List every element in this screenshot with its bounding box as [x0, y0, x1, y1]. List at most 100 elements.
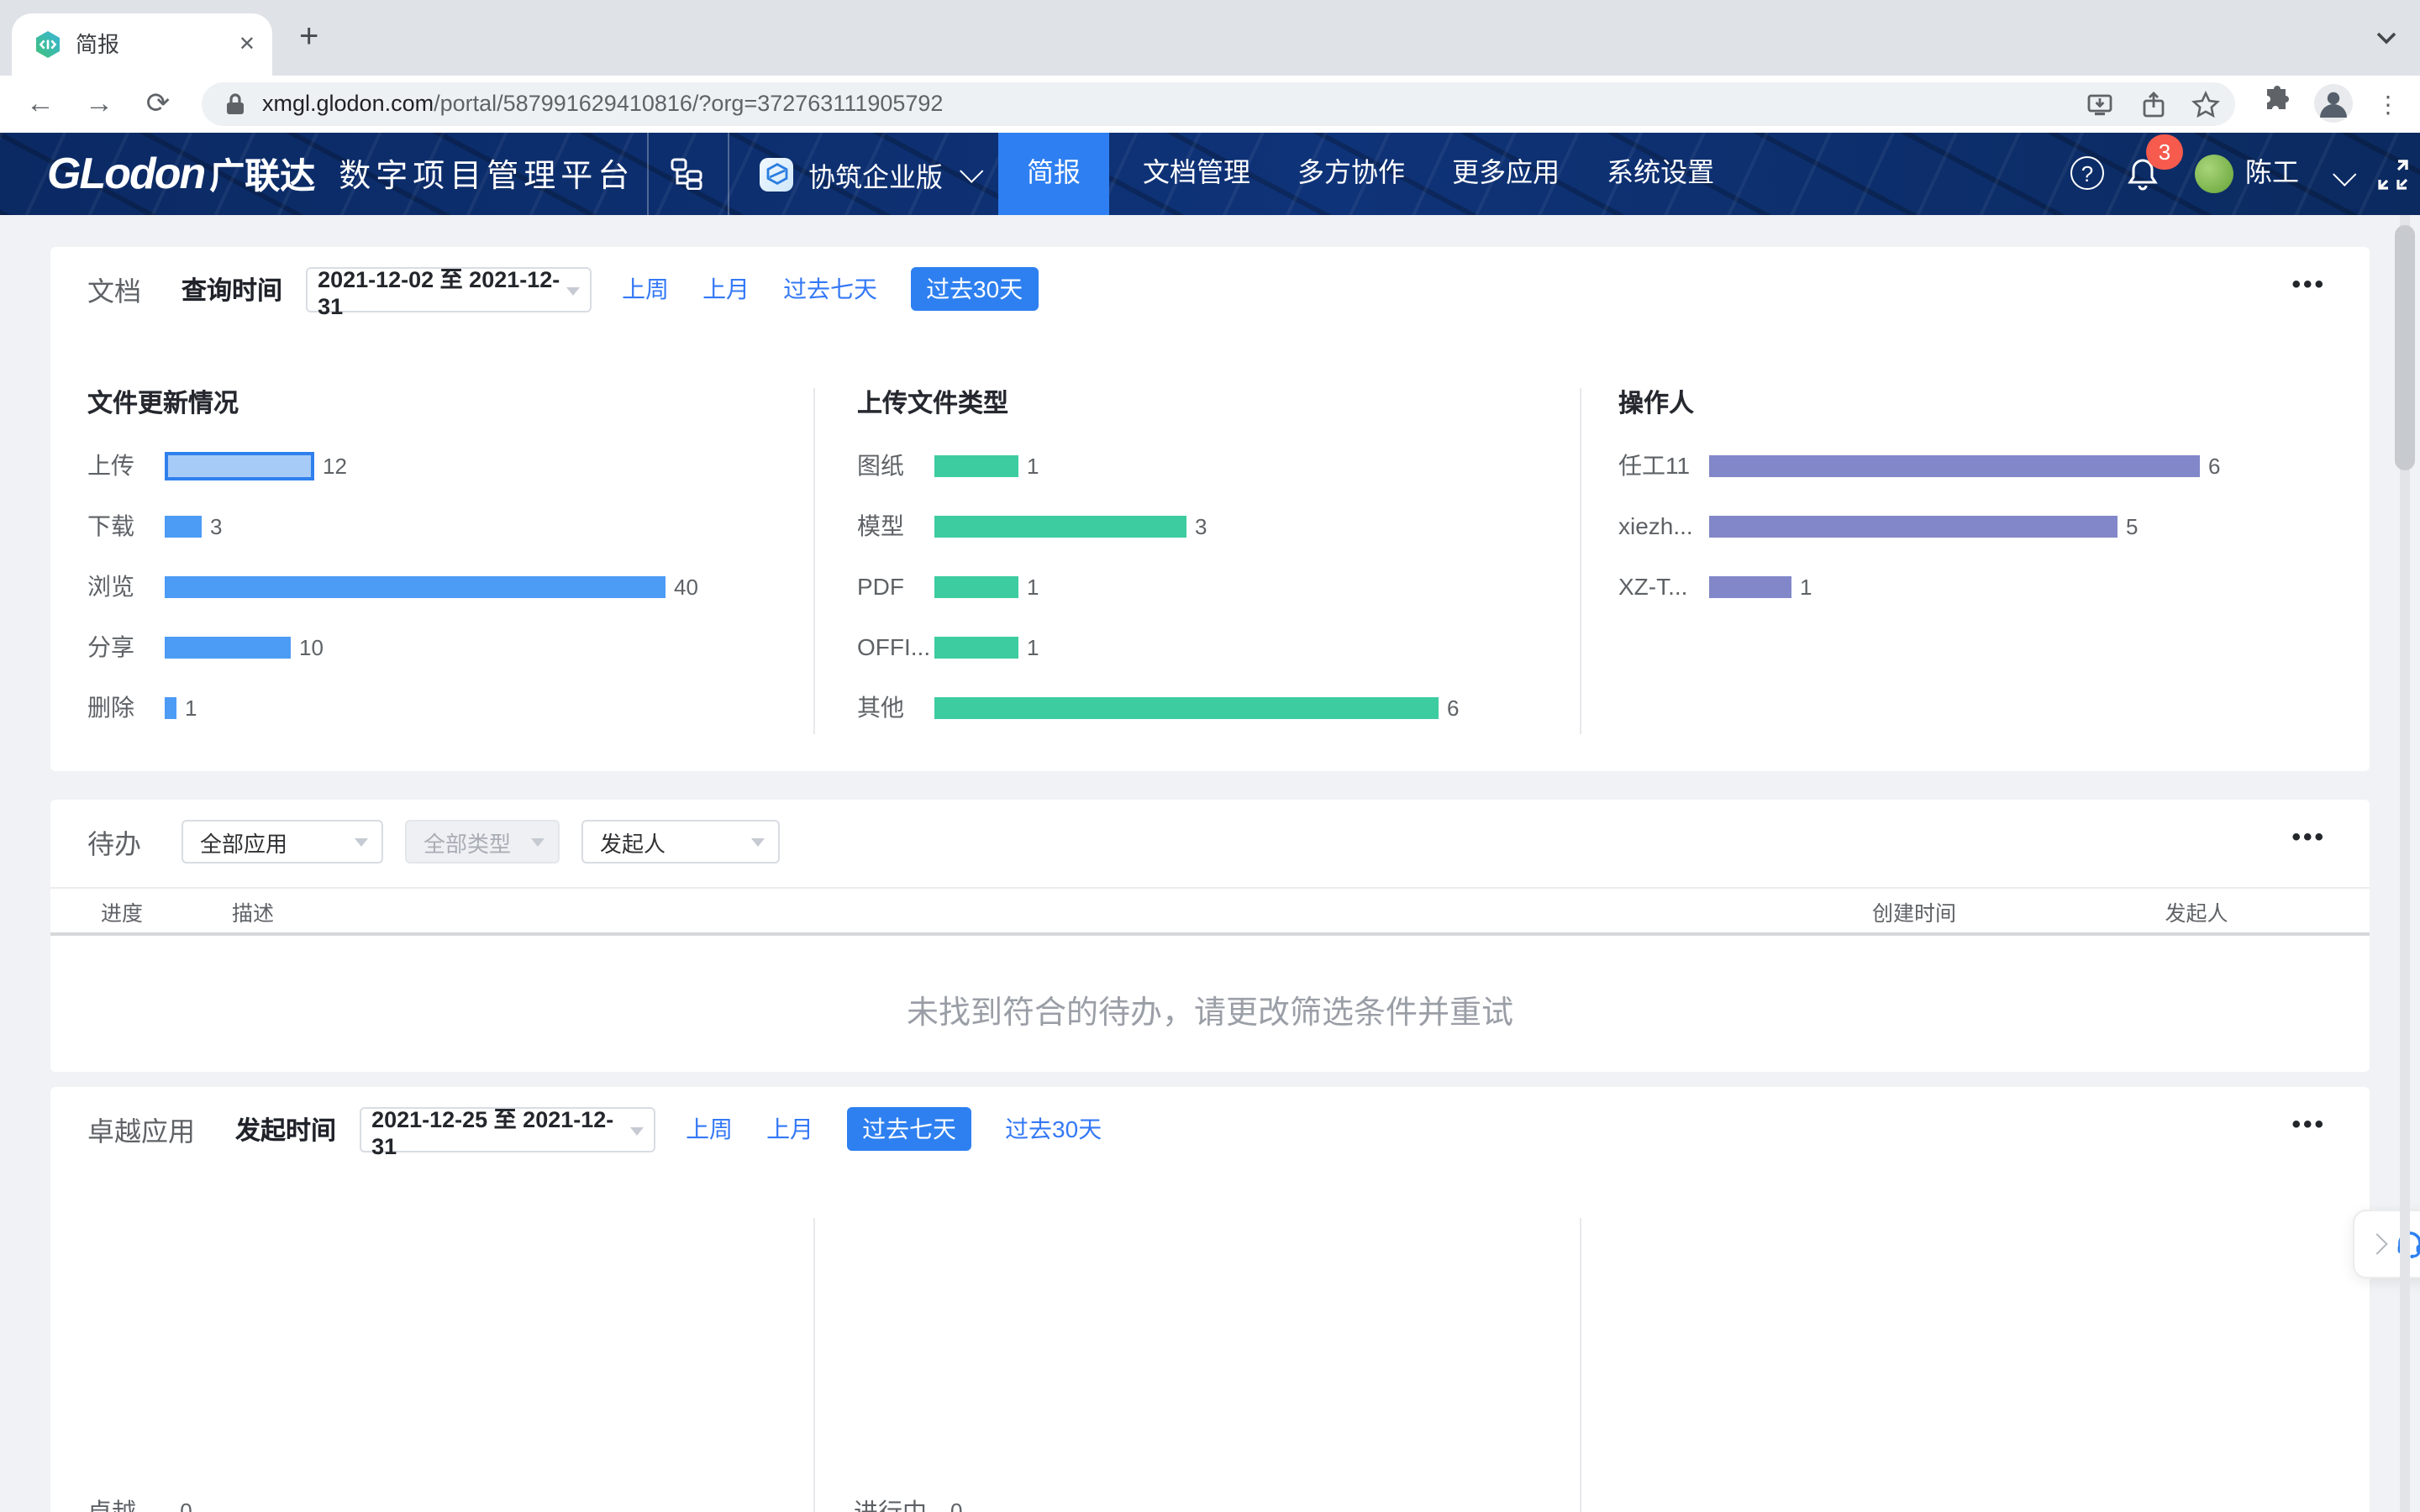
card-more-button[interactable]: •••: [2291, 270, 2326, 299]
chart-title: 上传文件类型: [857, 385, 1563, 420]
start-time-label: 发起时间: [235, 1111, 336, 1147]
bar-row: 任工116: [1618, 435, 2341, 496]
address-bar[interactable]: xmgl.glodon.com/portal/587991629410816/?…: [202, 82, 2235, 126]
bar-label: PDF: [857, 573, 934, 600]
back-button[interactable]: ←: [20, 76, 60, 133]
quick-filter[interactable]: 上月: [702, 272, 750, 306]
tab-close-icon[interactable]: ✕: [239, 13, 255, 76]
reload-button[interactable]: ⟳: [138, 76, 178, 133]
bar-value: 1: [1027, 453, 1039, 478]
date-range-value: 2021-12-02 至 2021-12-31: [318, 260, 566, 318]
bar-row: 上传12: [87, 435, 793, 496]
logo-cn: 广联达: [209, 149, 315, 199]
new-tab-button[interactable]: +: [286, 0, 332, 76]
nav-tab[interactable]: 更多应用: [1452, 133, 1560, 215]
bookmark-star-icon[interactable]: [2191, 91, 2220, 119]
excellent-card-header: 卓越应用 发起时间 2021-12-25 至 2021-12-31 上周上月过去…: [87, 1104, 2269, 1154]
dropdown-arrow-icon: [566, 286, 580, 295]
bar-row: 浏览 40: [87, 556, 793, 617]
tab-search-chevron-icon[interactable]: [2373, 24, 2400, 50]
bar-value: 5: [2126, 513, 2138, 538]
collapse-chevron-icon[interactable]: [2366, 1233, 2387, 1254]
documents-card-header: 文档 查询时间 2021-12-02 至 2021-12-31 上周上月过去七天…: [87, 264, 2269, 314]
bar-value: 1: [185, 695, 197, 720]
bar: [934, 696, 1439, 718]
operators-chart: 操作人任工116xiezh...5XZ-T...1: [1618, 385, 2341, 617]
card-more-button[interactable]: •••: [2291, 823, 2326, 852]
nav-tab[interactable]: 简报: [998, 133, 1109, 215]
browser-toolbar: ← → ⟳ xmgl.glodon.com/portal/58799162941…: [0, 76, 2420, 133]
fullscreen-icon[interactable]: [2376, 158, 2410, 192]
bar-row: 图纸 1: [857, 435, 1563, 496]
quick-filter[interactable]: 过去30天: [1005, 1112, 1102, 1146]
filter-dropdown: 全部类型: [405, 820, 560, 864]
workspace-switcher[interactable]: 协筑企业版: [760, 133, 976, 215]
quick-filter[interactable]: 过去七天: [847, 1107, 971, 1151]
bar: [1709, 575, 1791, 597]
dropdown-value: 发起人: [600, 826, 666, 858]
bar-label: 浏览: [87, 570, 165, 603]
bar: [165, 515, 202, 537]
bar-value: 12: [323, 453, 347, 478]
bar: [934, 575, 1018, 597]
filter-dropdown[interactable]: 全部应用: [182, 820, 383, 864]
bar-value: 10: [299, 634, 324, 659]
quick-filter[interactable]: 上周: [686, 1112, 733, 1146]
notification-badge: 3: [2146, 134, 2183, 170]
nav-tab[interactable]: 多方协作: [1297, 133, 1405, 215]
forward-button[interactable]: →: [79, 76, 119, 133]
user-name[interactable]: 陈工: [2245, 133, 2299, 215]
nav-tab[interactable]: 系统设置: [1607, 133, 1714, 215]
file-type-chart: 上传文件类型图纸1模型3PDF1OFFI...1其他6: [857, 385, 1563, 738]
dropdown-arrow-icon: [531, 838, 544, 847]
bar-label: 图纸: [857, 449, 934, 482]
bar-row: PDF1: [857, 556, 1563, 617]
chart-title: 文件更新情况: [87, 385, 793, 420]
chart-title: 操作人: [1618, 385, 2341, 420]
quick-filter[interactable]: 过去七天: [783, 272, 877, 306]
card-more-button[interactable]: •••: [2291, 1110, 2326, 1139]
filter-dropdown[interactable]: 发起人: [581, 820, 780, 864]
bar-label: 模型: [857, 509, 934, 543]
browser-profile-avatar[interactable]: [2314, 84, 2353, 123]
bar-row: 其他6: [857, 677, 1563, 738]
excellent-apps-card: 卓越应用 发起时间 2021-12-25 至 2021-12-31 上周上月过去…: [50, 1087, 2370, 1512]
column-divider: [1580, 1218, 1581, 1512]
page-scrollbar-thumb[interactable]: [2395, 225, 2415, 470]
install-app-icon[interactable]: [2086, 91, 2114, 119]
section-title: 卓越应用: [87, 1109, 195, 1149]
help-icon[interactable]: ?: [2070, 156, 2104, 190]
bar-value: 40: [674, 574, 698, 599]
date-range-picker[interactable]: 2021-12-25 至 2021-12-31: [360, 1106, 655, 1152]
date-range-picker[interactable]: 2021-12-02 至 2021-12-31: [306, 266, 592, 312]
bar-label: 分享: [87, 630, 165, 664]
bar-row: 分享 10: [87, 617, 793, 677]
share-icon[interactable]: [2139, 91, 2168, 119]
bar-value: 6: [2208, 453, 2220, 478]
bar-value: 6: [1447, 695, 1459, 720]
user-avatar[interactable]: [2195, 155, 2233, 193]
browser-menu-icon[interactable]: ⋮: [2376, 76, 2400, 133]
query-time-label: 查询时间: [182, 271, 282, 307]
extensions-puzzle-icon[interactable]: [2260, 84, 2297, 121]
bar-row: xiezh...5: [1618, 496, 2341, 556]
file-update-chart: 文件更新情况上传12下载3浏览40分享10删除1: [87, 385, 793, 738]
dropdown-value: 全部应用: [200, 826, 287, 858]
date-range-value: 2021-12-25 至 2021-12-31: [371, 1100, 630, 1158]
nav-tab[interactable]: 文档管理: [1143, 133, 1250, 215]
chevron-down-icon: [2333, 163, 2356, 186]
support-float-widget[interactable]: [2353, 1210, 2420, 1278]
todo-card-header: 待办 全部应用全部类型发起人: [87, 816, 2269, 867]
bar: [934, 515, 1186, 537]
quick-filter[interactable]: 上月: [766, 1112, 813, 1146]
org-structure-icon[interactable]: [671, 158, 704, 190]
quick-filter[interactable]: 上周: [622, 272, 669, 306]
status-value: 0: [950, 1498, 962, 1512]
nav-divider: [728, 133, 729, 215]
lock-icon[interactable]: [225, 92, 245, 116]
bar-value: 1: [1027, 634, 1039, 659]
bar: [165, 696, 176, 718]
column-divider: [813, 1218, 815, 1512]
browser-tab[interactable]: 简报 ✕: [12, 13, 272, 76]
quick-filter[interactable]: 过去30天: [911, 267, 1038, 311]
